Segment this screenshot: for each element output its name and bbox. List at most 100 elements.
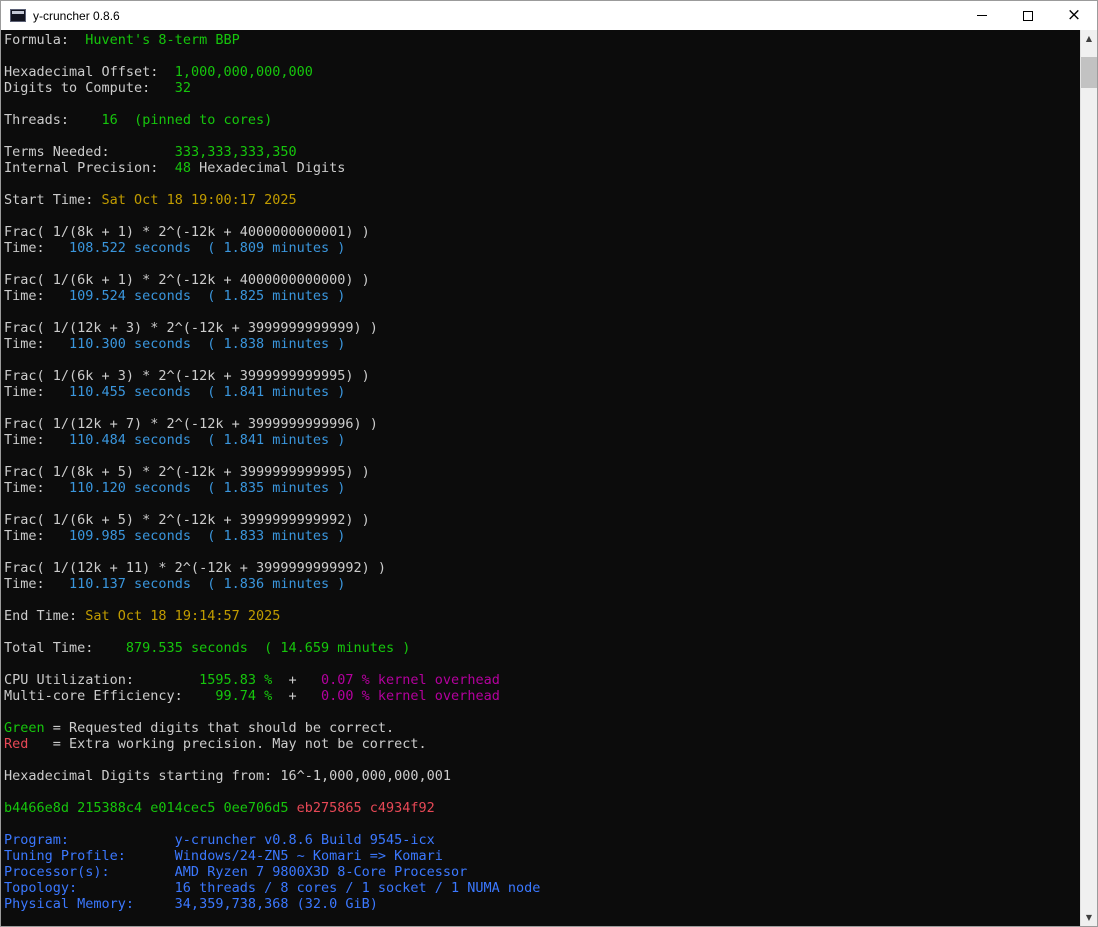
scroll-down-icon: ▼ <box>1085 913 1093 922</box>
console-text: 108.522 seconds ( 1.809 minutes ) <box>69 240 346 256</box>
console-text: Time: <box>4 432 70 448</box>
console-text: Time: <box>4 240 70 256</box>
console-text: Total Time: <box>4 640 126 656</box>
console-line: Tuning Profile: Windows/24-ZN5 ~ Komari … <box>4 848 1080 864</box>
app-icon[interactable] <box>10 9 26 22</box>
console-line: Hexadecimal Offset: 1,000,000,000,000 <box>4 64 1080 80</box>
console-line: Start Time: Sat Oct 18 19:00:17 2025 <box>4 192 1080 208</box>
vertical-scrollbar[interactable]: ▲ ▼ <box>1080 30 1097 926</box>
console-text: Digits to Compute: <box>4 80 175 96</box>
console-line: Frac( 1/(6k + 5) * 2^(-12k + 39999999999… <box>4 512 1080 528</box>
console-text: Processor(s): AMD Ryzen 7 9800X3D 8-Core… <box>4 864 468 880</box>
console-text: Hexadecimal Digits <box>190 160 346 176</box>
console-line: Processor(s): AMD Ryzen 7 9800X3D 8-Core… <box>4 864 1080 880</box>
console-line: Frac( 1/(12k + 11) * 2^(-12k + 399999999… <box>4 560 1080 576</box>
scrollbar-thumb[interactable] <box>1081 57 1097 88</box>
console-line: Time: 110.300 seconds ( 1.838 minutes ) <box>4 336 1080 352</box>
maximize-button[interactable] <box>1005 1 1051 30</box>
console-line: Time: 110.137 seconds ( 1.836 minutes ) <box>4 576 1080 592</box>
console-line: Time: 109.985 seconds ( 1.833 minutes ) <box>4 528 1080 544</box>
console-text: = Extra working precision. May not be co… <box>28 736 427 752</box>
maximize-icon <box>1023 10 1033 21</box>
console-line: Time: 109.524 seconds ( 1.825 minutes ) <box>4 288 1080 304</box>
console-line: End Time: Sat Oct 18 19:14:57 2025 <box>4 608 1080 624</box>
console-text: CPU Utilization: <box>4 672 200 688</box>
minimize-button[interactable] <box>959 1 1005 30</box>
console-line: Frac( 1/(12k + 7) * 2^(-12k + 3999999999… <box>4 416 1080 432</box>
console-text: Time: <box>4 480 70 496</box>
console-line: Green = Requested digits that should be … <box>4 720 1080 736</box>
console-text: Threads: <box>4 112 102 128</box>
console-line: CPU Utilization: 1595.83 % + 0.07 % kern… <box>4 672 1080 688</box>
console-line: Multi-core Efficiency: 99.74 % + 0.00 % … <box>4 688 1080 704</box>
console-text: Green <box>4 720 45 736</box>
console-text: 16 <box>101 112 118 128</box>
console-line: Program: y-cruncher v0.8.6 Build 9545-ic… <box>4 832 1080 848</box>
close-icon: × <box>1066 5 1082 25</box>
console-text: Time: <box>4 576 70 592</box>
app-window: y-cruncher 0.8.6 × Formula: Huvent's 8-t… <box>0 0 1098 927</box>
console-line: Frac( 1/(8k + 5) * 2^(-12k + 39999999999… <box>4 464 1080 480</box>
console-text: 110.484 seconds ( 1.841 minutes ) <box>69 432 346 448</box>
window-controls: × <box>959 1 1097 30</box>
console-text: 109.985 seconds ( 1.833 minutes ) <box>69 528 346 544</box>
console-line: Frac( 1/(6k + 1) * 2^(-12k + 40000000000… <box>4 272 1080 288</box>
console-text: 48 <box>174 160 191 176</box>
scroll-up-button[interactable]: ▲ <box>1081 30 1097 47</box>
console-line: Time: 110.484 seconds ( 1.841 minutes ) <box>4 432 1080 448</box>
scroll-down-button[interactable]: ▼ <box>1081 909 1097 926</box>
console-line: Time: 108.522 seconds ( 1.809 minutes ) <box>4 240 1080 256</box>
console-text: 1595.83 % <box>199 672 273 688</box>
console-area: Formula: Huvent's 8-term BBP Hexadecimal … <box>1 30 1097 926</box>
console-text: 110.300 seconds ( 1.838 minutes ) <box>69 336 346 352</box>
console-text: 0.07 % kernel overhead <box>321 672 500 688</box>
console-text: 333,333,333,350 <box>174 144 297 160</box>
console-text: 109.524 seconds ( 1.825 minutes ) <box>69 288 346 304</box>
console-text: Huvent's 8-term BBP <box>85 32 240 48</box>
console-text: eb275865 c4934f92 <box>296 800 435 816</box>
scroll-up-icon: ▲ <box>1085 34 1093 43</box>
console-text: = Requested digits that should be correc… <box>44 720 395 736</box>
console-text: Sat Oct 18 19:00:17 2025 <box>101 192 297 208</box>
console-line: Formula: Huvent's 8-term BBP <box>4 32 1080 48</box>
console-text: 110.137 seconds ( 1.836 minutes ) <box>69 576 346 592</box>
console-line: Time: 110.455 seconds ( 1.841 minutes ) <box>4 384 1080 400</box>
console-text: Multi-core Efficiency: <box>4 688 216 704</box>
console-text: Start Time: <box>4 192 102 208</box>
console-text: + <box>272 672 322 688</box>
minimize-icon <box>977 15 987 16</box>
console-text: Program: y-cruncher v0.8.6 Build 9545-ic… <box>4 832 435 848</box>
console-line: Time: 110.120 seconds ( 1.835 minutes ) <box>4 480 1080 496</box>
console-text: 879.535 seconds ( 14.659 minutes ) <box>125 640 411 656</box>
console-text: Frac( 1/(12k + 11) * 2^(-12k + 399999999… <box>4 560 387 576</box>
console-text: 0.00 % kernel overhead <box>321 688 500 704</box>
console-text: 110.455 seconds ( 1.841 minutes ) <box>69 384 346 400</box>
console-line: Red = Extra working precision. May not b… <box>4 736 1080 752</box>
close-button[interactable]: × <box>1051 1 1097 30</box>
console-text: Time: <box>4 336 70 352</box>
console-output[interactable]: Formula: Huvent's 8-term BBP Hexadecimal … <box>1 30 1080 926</box>
console-text: Frac( 1/(12k + 7) * 2^(-12k + 3999999999… <box>4 416 378 432</box>
console-text: Frac( 1/(8k + 5) * 2^(-12k + 39999999999… <box>4 464 370 480</box>
title-bar[interactable]: y-cruncher 0.8.6 × <box>1 1 1097 30</box>
console-line: Hexadecimal Digits starting from: 16^-1,… <box>4 768 1080 784</box>
console-line: Frac( 1/(6k + 3) * 2^(-12k + 39999999999… <box>4 368 1080 384</box>
console-text: Frac( 1/(12k + 3) * 2^(-12k + 3999999999… <box>4 320 378 336</box>
console-text: Time: <box>4 528 70 544</box>
console-line: Total Time: 879.535 seconds ( 14.659 min… <box>4 640 1080 656</box>
console-text: 1,000,000,000,000 <box>174 64 313 80</box>
console-line: Terms Needed: 333,333,333,350 <box>4 144 1080 160</box>
console-text: Hexadecimal Digits starting from: 16^-1,… <box>4 768 452 784</box>
console-text: Physical Memory: 34,359,738,368 (32.0 Gi… <box>4 896 378 912</box>
console-text: Frac( 1/(6k + 3) * 2^(-12k + 39999999999… <box>4 368 370 384</box>
console-text: Sat Oct 18 19:14:57 2025 <box>85 608 281 624</box>
console-text: (pinned to cores) <box>134 112 273 128</box>
